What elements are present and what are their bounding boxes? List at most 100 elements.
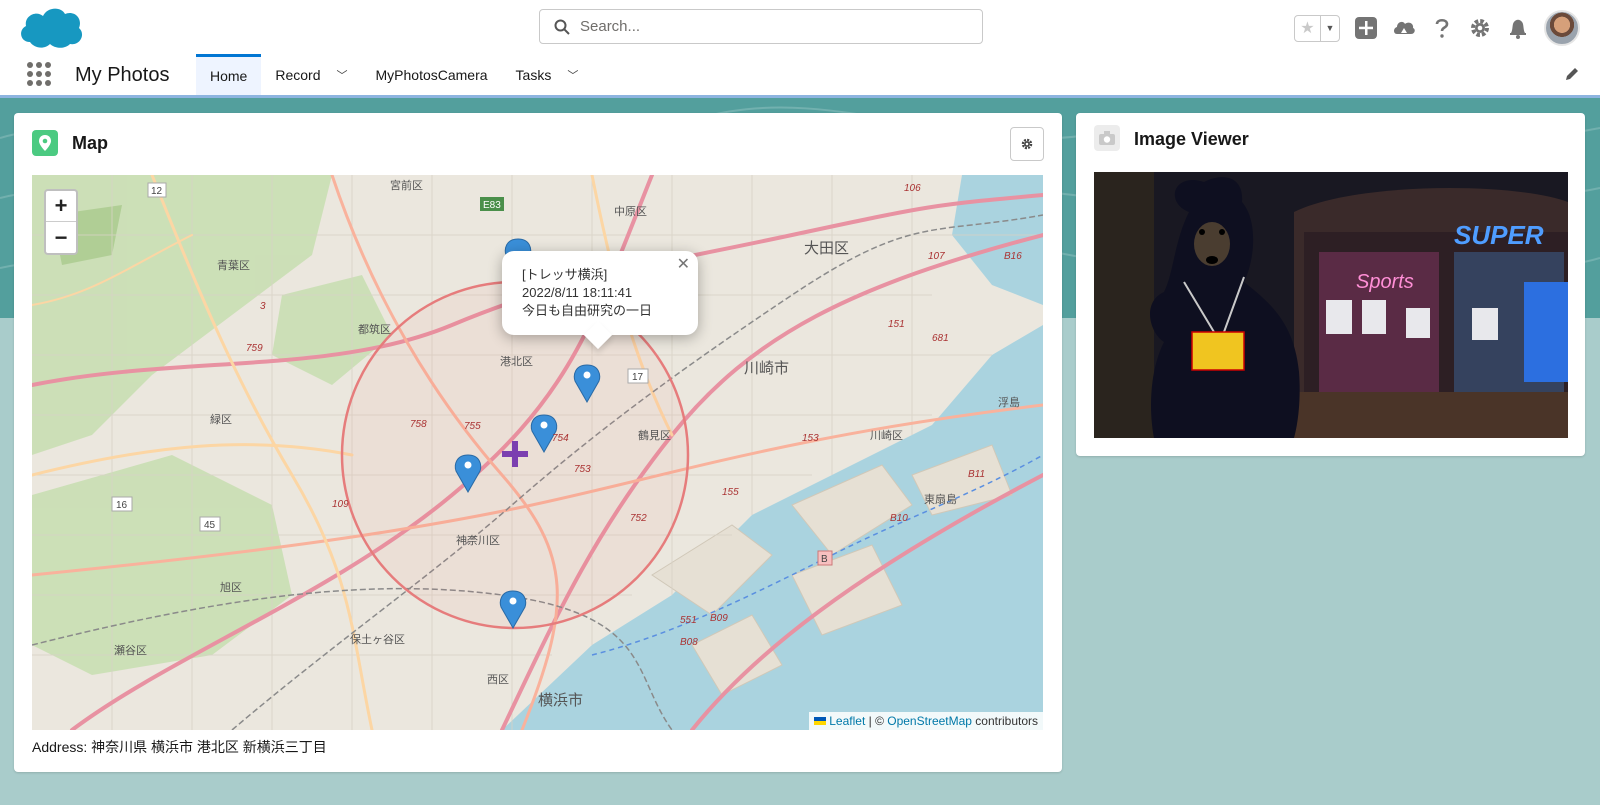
road-number: B xyxy=(821,554,828,565)
attribution-suffix: contributors xyxy=(971,714,1038,728)
place-label: 中原区 xyxy=(614,205,647,218)
marker-popup: ✕ [トレッサ横浜] 2022/8/11 18:11:41 今日も自由研究の一日 xyxy=(502,251,698,350)
popup-datetime: 2022/8/11 18:11:41 xyxy=(522,285,633,300)
place-label: 神奈川区 xyxy=(456,533,500,547)
zoom-in-button[interactable]: + xyxy=(46,191,76,222)
tab-myphotoscamera[interactable]: MyPhotosCamera xyxy=(362,54,502,95)
leaflet-link[interactable]: Leaflet xyxy=(829,714,865,728)
place-label: 浮島 xyxy=(998,395,1020,409)
image-viewer-card: Image Viewer Sports SUPER xyxy=(1076,113,1585,456)
place-label: 西区 xyxy=(487,674,509,686)
tab-tasks[interactable]: Tasks ﹀ xyxy=(502,54,593,95)
add-icon[interactable] xyxy=(1354,16,1378,40)
road-number: 12 xyxy=(151,186,163,197)
map-card-title: Map xyxy=(72,133,108,153)
road-number: 151 xyxy=(888,319,905,330)
gear-icon xyxy=(1021,138,1033,150)
image-viewer-title: Image Viewer xyxy=(1134,129,1249,149)
place-label: 大田区 xyxy=(804,240,849,257)
road-number: 153 xyxy=(802,433,819,444)
global-search[interactable] xyxy=(539,9,983,44)
place-label: 瀬谷区 xyxy=(114,643,147,657)
setup-gear-icon[interactable] xyxy=(1468,16,1492,40)
road-number: B08 xyxy=(680,637,698,648)
road-number: 755 xyxy=(464,421,481,432)
map-card: Map 宮前区 中原区 大田区 青葉区 都筑区 港北区 川崎市 緑区 鶴見区 川… xyxy=(14,113,1062,772)
app-launcher-icon[interactable] xyxy=(27,62,51,86)
cloud-logo[interactable] xyxy=(16,4,84,50)
help-icon[interactable] xyxy=(1430,16,1454,40)
map-attribution: Leaflet | © OpenStreetMap contributors xyxy=(808,712,1043,730)
road-number: 17 xyxy=(632,372,644,383)
chevron-down-icon[interactable]: ﹀ xyxy=(567,67,578,83)
place-label: 港北区 xyxy=(500,355,533,368)
place-label: 都筑区 xyxy=(358,322,391,336)
road-number: 16 xyxy=(116,500,128,511)
map-settings-button[interactable] xyxy=(1010,127,1044,161)
road-number: B16 xyxy=(1004,251,1022,262)
popup-comment: 今日も自由研究の一日 xyxy=(522,303,653,318)
place-label: 東扇島 xyxy=(924,492,957,506)
road-number: 107 xyxy=(928,251,945,262)
chevron-down-icon[interactable]: ▼ xyxy=(1319,15,1339,41)
tab-label: Tasks xyxy=(515,66,552,83)
zoom-out-button[interactable]: − xyxy=(46,222,76,253)
road-number: 109 xyxy=(332,499,349,510)
svg-text:SUPER: SUPER xyxy=(1454,220,1544,250)
road-number: 155 xyxy=(722,487,739,498)
road-number: 753 xyxy=(574,464,591,475)
road-number: 681 xyxy=(932,333,949,344)
nav-tabs: Home Record ﹀ MyPhotosCamera Tasks ﹀ xyxy=(196,54,592,95)
road-number: B09 xyxy=(710,613,728,624)
user-avatar[interactable] xyxy=(1544,10,1580,46)
place-label: 青葉区 xyxy=(217,258,250,272)
address-text: Address: 神奈川県 横浜市 港北区 新横浜三丁目 xyxy=(32,739,327,755)
map-pin-icon xyxy=(32,130,58,156)
tab-home[interactable]: Home xyxy=(196,54,262,95)
place-label: 横浜市 xyxy=(538,692,583,709)
global-header: ★ ▼ xyxy=(0,0,1600,52)
photo-image[interactable]: Sports SUPER xyxy=(1094,172,1568,438)
leaflet-map[interactable]: 宮前区 中原区 大田区 青葉区 都筑区 港北区 川崎市 緑区 鶴見区 川崎区 浮… xyxy=(32,175,1043,730)
tab-label: Record xyxy=(275,66,321,83)
ukraine-flag-icon xyxy=(813,717,826,725)
place-label: 川崎区 xyxy=(870,428,903,442)
road-number: 752 xyxy=(630,513,647,524)
popup-place: [トレッサ横浜] xyxy=(522,267,608,282)
bell-icon[interactable] xyxy=(1506,16,1530,40)
road-number: 754 xyxy=(552,433,569,444)
app-name: My Photos xyxy=(75,64,170,86)
edit-nav-icon[interactable] xyxy=(1564,66,1580,82)
road-number: 45 xyxy=(204,520,216,531)
place-label: 保土ヶ谷区 xyxy=(350,632,405,646)
svg-text:Sports: Sports xyxy=(1356,271,1414,293)
search-input[interactable] xyxy=(580,18,960,35)
road-number: 551 xyxy=(680,615,697,626)
tab-label: MyPhotosCamera xyxy=(375,66,488,83)
place-label: 旭区 xyxy=(220,580,242,594)
chevron-down-icon[interactable]: ﹀ xyxy=(337,67,348,83)
road-number: B10 xyxy=(890,513,908,524)
osm-link[interactable]: OpenStreetMap xyxy=(887,714,972,728)
road-number: B11 xyxy=(968,469,985,480)
search-icon xyxy=(554,19,570,35)
camera-icon xyxy=(1094,125,1120,151)
trailhead-icon[interactable] xyxy=(1392,16,1416,40)
attribution-separator: | © xyxy=(865,714,888,728)
tab-label: Home xyxy=(210,68,248,84)
place-label: 緑区 xyxy=(210,412,232,426)
app-navigation: My Photos Home Record ﹀ MyPhotosCamera Ta… xyxy=(0,52,1600,98)
place-label: 川崎市 xyxy=(744,360,789,377)
road-number: 3 xyxy=(260,301,266,312)
close-icon[interactable]: ✕ xyxy=(677,256,690,274)
road-number: 758 xyxy=(410,419,427,430)
road-number: 759 xyxy=(246,343,263,354)
header-utility-icons: ★ ▼ xyxy=(1294,10,1580,46)
star-icon[interactable]: ★ xyxy=(1295,16,1320,41)
tab-record[interactable]: Record ﹀ xyxy=(261,54,361,95)
road-number: 106 xyxy=(904,183,921,194)
road-number: E83 xyxy=(483,200,501,211)
place-label: 鶴見区 xyxy=(638,428,671,442)
favorites-button[interactable]: ★ ▼ xyxy=(1294,14,1340,42)
place-label: 宮前区 xyxy=(390,178,423,192)
